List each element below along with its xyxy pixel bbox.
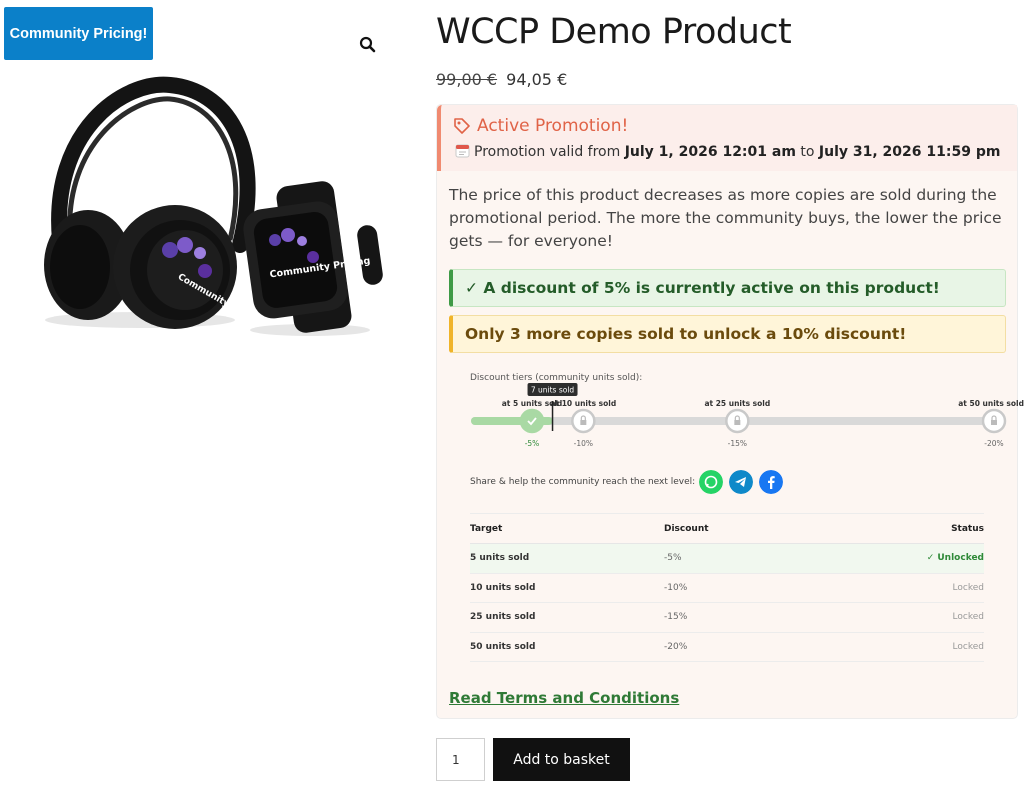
- current-price: 94,05 €: [506, 70, 568, 89]
- row-status: Locked: [952, 612, 984, 623]
- table-row: 10 units sold -10% Locked: [470, 574, 984, 603]
- promotion-to: to: [800, 144, 815, 160]
- calendar-icon: [455, 144, 470, 158]
- tier-label: at 10 units sold: [550, 399, 616, 408]
- tier-discount: -20%: [984, 439, 1003, 448]
- table-row: 50 units sold -20% Locked: [470, 633, 984, 662]
- community-pricing-badge: Community Pricing!: [4, 7, 153, 60]
- next-tier-alert: Only 3 more copies sold to unlock a 10% …: [449, 315, 1006, 353]
- table-row: 5 units sold -5% ✓ Unlocked: [470, 544, 984, 574]
- tag-icon: [454, 118, 470, 134]
- tiers-table-header: Target Discount Status: [470, 514, 984, 544]
- row-discount: -10%: [664, 582, 688, 593]
- terms-and-conditions-link[interactable]: Read Terms and Conditions: [449, 689, 679, 707]
- promotion-description: The price of this product decreases as m…: [449, 186, 1002, 250]
- current-position-label: 7 units sold: [531, 386, 575, 395]
- share-row: Share & help the community reach the nex…: [470, 470, 890, 496]
- facebook-share-button[interactable]: [759, 470, 783, 494]
- row-status: Locked: [952, 582, 984, 593]
- tier-marker: [571, 408, 596, 434]
- table-row: 25 units sold -15% Locked: [470, 603, 984, 633]
- quantity-input[interactable]: [436, 738, 485, 781]
- header-discount: Discount: [664, 523, 709, 534]
- row-discount: -5%: [664, 553, 682, 564]
- row-status: ✓ Unlocked: [926, 553, 984, 564]
- row-discount: -20%: [664, 641, 688, 652]
- row-target: 25 units sold: [470, 612, 536, 623]
- promotion-box: Active Promotion! Promotion valid from J…: [436, 104, 1024, 719]
- row-discount: -15%: [664, 612, 688, 623]
- product-image[interactable]: Community Pricing Community Pricing: [30, 75, 390, 345]
- active-discount-alert: ✓ A discount of 5% is currently active o…: [449, 269, 1006, 307]
- row-target: 5 units sold: [470, 553, 530, 564]
- promotion-end: July 31, 2026 11:59 pm: [818, 144, 1001, 160]
- row-status: Locked: [952, 641, 984, 652]
- promotion-valid-prefix: Promotion valid from: [474, 144, 621, 160]
- tier-marker: [519, 408, 545, 434]
- lock-icon: [734, 420, 741, 425]
- whatsapp-share-button[interactable]: [699, 470, 723, 494]
- tiers-table: Target Discount Status 5 units sold -5% …: [470, 513, 984, 662]
- header-status: Status: [951, 523, 984, 534]
- tier-discount: -5%: [525, 439, 540, 448]
- product-price: 99,00 € 94,05 €: [436, 70, 567, 89]
- discount-tiers-label: Discount tiers (community units sold):: [470, 373, 643, 383]
- promotion-header: Active Promotion! Promotion valid from J…: [437, 105, 1017, 171]
- promotion-start: July 1, 2026 12:01 am: [624, 144, 796, 160]
- old-price: 99,00 €: [436, 70, 498, 89]
- product-title: WCCP Demo Product: [436, 12, 792, 52]
- telegram-share-button[interactable]: [729, 470, 753, 494]
- tier-discount: -15%: [728, 439, 747, 448]
- lock-icon: [991, 420, 997, 425]
- lock-icon: [580, 420, 587, 425]
- promotion-title: Active Promotion!: [477, 116, 629, 136]
- tier-label: at 25 units sold: [704, 399, 770, 408]
- discount-tier-progress: at 5 units sold-5%at 10 units sold-10%at…: [471, 383, 1024, 448]
- row-target: 10 units sold: [470, 582, 536, 593]
- tier-marker: [725, 408, 750, 434]
- row-target: 50 units sold: [470, 641, 536, 652]
- tier-marker: [981, 408, 1007, 434]
- promotion-dates: Promotion valid from July 1, 2026 12:01 …: [455, 143, 1000, 160]
- tier-label: at 50 units sold: [958, 399, 1024, 408]
- header-target: Target: [470, 523, 503, 534]
- tier-discount: -10%: [574, 439, 593, 448]
- search-zoom-icon[interactable]: [358, 35, 378, 55]
- add-to-basket-button[interactable]: Add to basket: [493, 738, 630, 781]
- share-label: Share & help the community reach the nex…: [470, 477, 696, 487]
